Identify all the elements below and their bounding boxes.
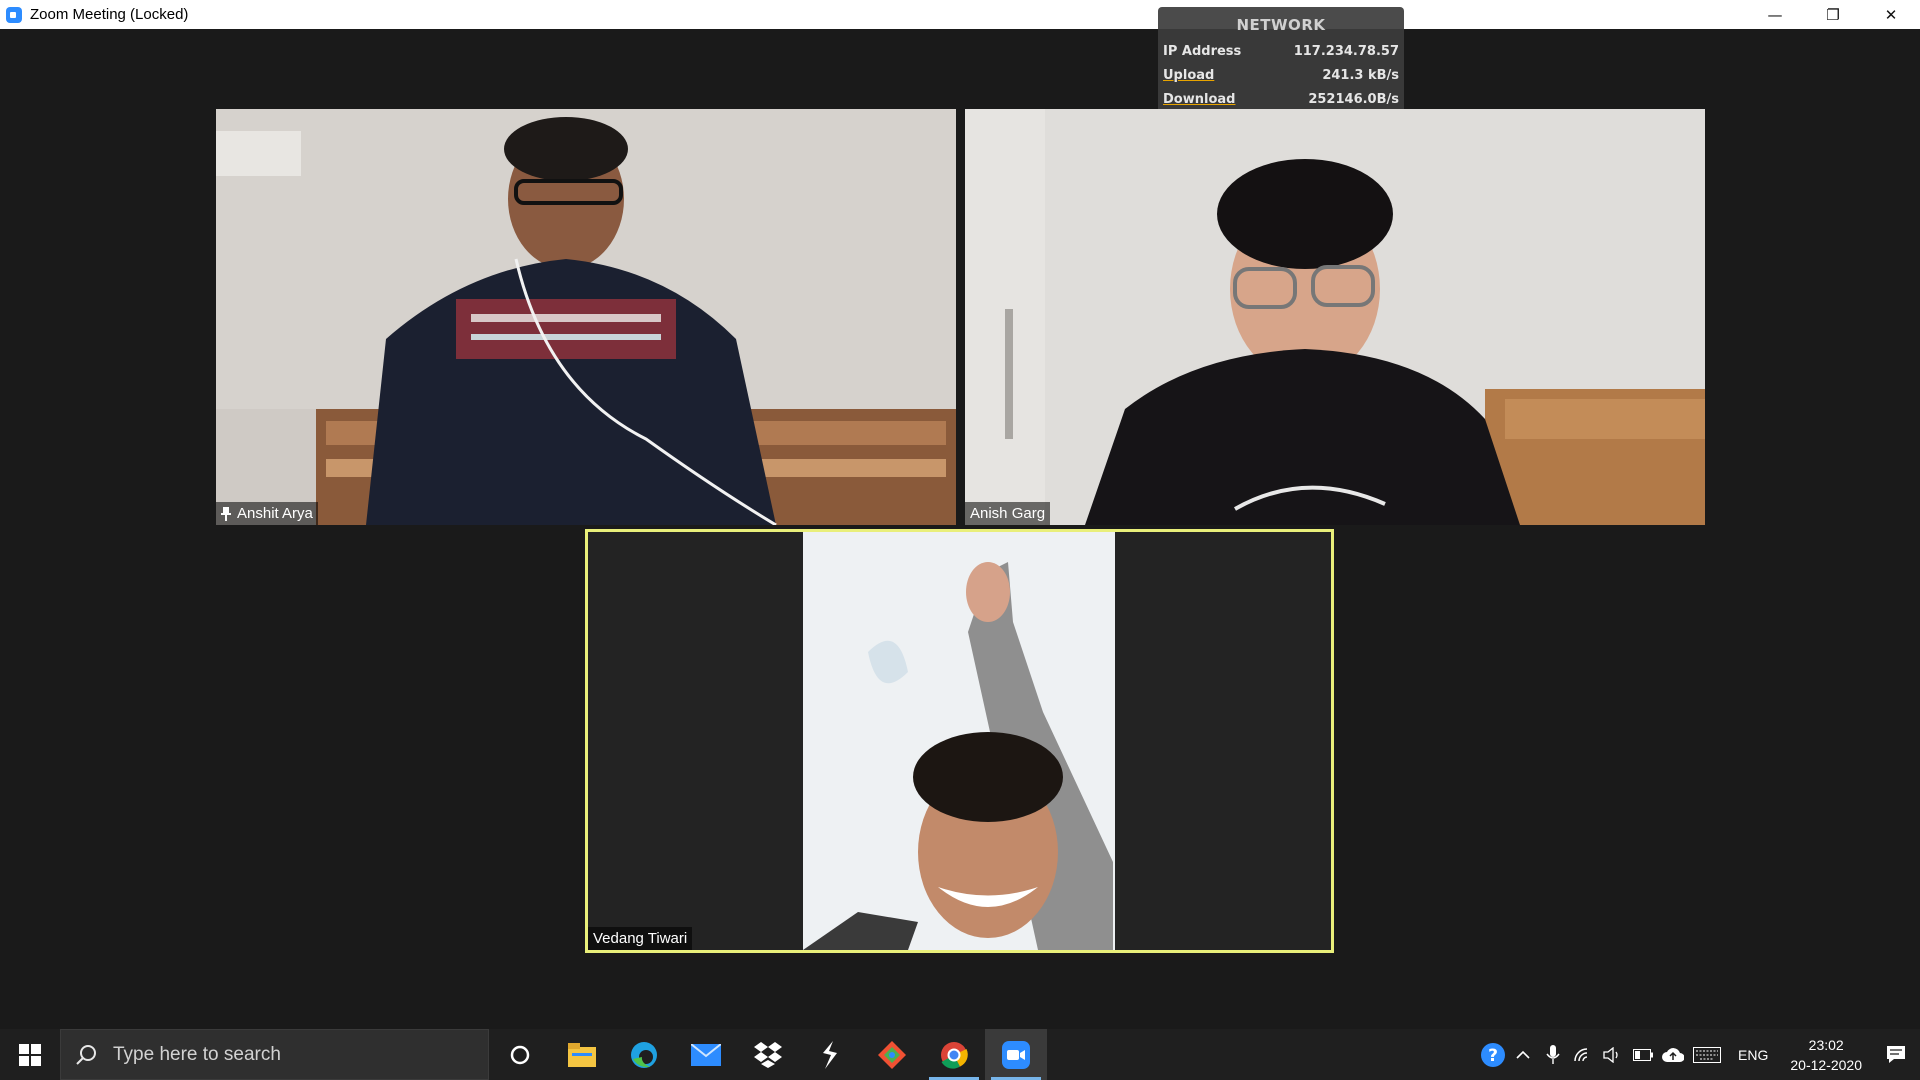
pin-icon xyxy=(221,506,231,521)
participant-name-label: Anish Garg xyxy=(965,502,1051,525)
participant-name: Vedang Tiwari xyxy=(593,930,688,947)
participant-name: Anshit Arya xyxy=(237,505,313,522)
mail-icon xyxy=(691,1043,721,1066)
chevron-up-icon xyxy=(1516,1050,1530,1059)
upload-label: Upload xyxy=(1163,68,1215,83)
clock-date: 20-12-2020 xyxy=(1790,1056,1862,1073)
net-row-ip: IP Address 117.234.78.57 xyxy=(1158,44,1404,59)
participant-video xyxy=(216,109,956,525)
tray-battery[interactable] xyxy=(1628,1029,1658,1080)
tray-microphone[interactable] xyxy=(1538,1029,1568,1080)
tray-wifi[interactable] xyxy=(1568,1029,1598,1080)
volume-icon xyxy=(1603,1046,1618,1063)
participant-name-label: Anshit Arya xyxy=(216,502,318,525)
edge-icon xyxy=(631,1041,657,1068)
zoom-icon xyxy=(6,6,22,23)
ip-address-label: IP Address xyxy=(1163,44,1242,59)
participant-name: Anish Garg xyxy=(970,505,1046,522)
taskbar-app-git[interactable] xyxy=(861,1029,923,1080)
ip-address-value: 117.234.78.57 xyxy=(1293,44,1399,59)
taskbar-clock[interactable]: 23:02 20-12-2020 xyxy=(1780,1035,1872,1075)
taskbar-app-edge[interactable] xyxy=(613,1029,675,1080)
taskbar-app-sublime[interactable] xyxy=(799,1029,861,1080)
language-indicator[interactable]: ENG xyxy=(1726,1047,1780,1063)
download-value: 252146.0B/s xyxy=(1308,92,1399,107)
taskbar-search[interactable] xyxy=(60,1029,489,1080)
restore-button[interactable]: ❐ xyxy=(1804,0,1862,29)
dropbox-icon xyxy=(754,1041,782,1068)
network-stats-overlay: NETWORK IP Address 117.234.78.57 Upload … xyxy=(1158,7,1404,124)
window-controls: — ❐ ✕ xyxy=(1746,0,1920,29)
video-tile-vedang[interactable]: Vedang Tiwari xyxy=(585,529,1334,953)
title-bar: Zoom Meeting (Locked) — ❐ ✕ xyxy=(0,0,1920,29)
close-button[interactable]: ✕ xyxy=(1862,0,1920,29)
participant-video xyxy=(965,109,1705,525)
microphone-icon xyxy=(1546,1044,1560,1064)
tray-onedrive[interactable] xyxy=(1658,1029,1688,1080)
video-tile-anshit[interactable]: Anshit Arya xyxy=(216,109,956,525)
minimize-button[interactable]: — xyxy=(1746,0,1804,29)
participant-video xyxy=(588,532,1331,950)
window-title: Zoom Meeting (Locked) xyxy=(30,6,189,23)
network-title: NETWORK xyxy=(1236,16,1326,34)
svg-text:?: ? xyxy=(1488,1046,1498,1066)
taskbar-app-mail[interactable] xyxy=(675,1029,737,1080)
participant-name-label: Vedang Tiwari xyxy=(588,927,693,950)
tray-show-hidden[interactable] xyxy=(1508,1029,1538,1080)
taskbar-app-file-explorer[interactable] xyxy=(551,1029,613,1080)
notification-icon xyxy=(1887,1045,1905,1063)
cortana-icon xyxy=(510,1045,530,1064)
git-icon xyxy=(878,1040,906,1069)
taskbar-app-dropbox[interactable] xyxy=(737,1029,799,1080)
search-icon xyxy=(76,1044,96,1065)
chrome-icon xyxy=(941,1041,968,1069)
taskbar-app-zoom[interactable] xyxy=(985,1029,1047,1080)
windows-taskbar: ? ENG 23:02 20-12-2020 xyxy=(0,1029,1920,1080)
battery-icon xyxy=(1633,1048,1654,1061)
tray-keyboard[interactable] xyxy=(1688,1029,1726,1080)
taskbar-app-chrome[interactable] xyxy=(923,1029,985,1080)
action-center-button[interactable] xyxy=(1872,1029,1920,1080)
help-icon: ? xyxy=(1481,1042,1506,1067)
cortana-button[interactable] xyxy=(489,1029,551,1080)
windows-icon xyxy=(19,1043,41,1066)
tray-volume[interactable] xyxy=(1598,1029,1628,1080)
cloud-upload-icon xyxy=(1662,1047,1685,1062)
keyboard-icon xyxy=(1693,1046,1722,1063)
net-row-upload: Upload 241.3 kB/s xyxy=(1158,68,1404,83)
system-tray: ? ENG 23:02 20-12-2020 xyxy=(1478,1029,1920,1080)
file-explorer-icon xyxy=(568,1042,596,1067)
sublime-icon xyxy=(823,1040,837,1069)
wifi-icon xyxy=(1574,1047,1588,1061)
video-tile-anish[interactable]: Anish Garg xyxy=(965,109,1705,525)
clock-time: 23:02 xyxy=(1808,1036,1844,1053)
search-input[interactable] xyxy=(111,1042,415,1067)
tray-help[interactable]: ? xyxy=(1478,1029,1508,1080)
upload-value: 241.3 kB/s xyxy=(1322,68,1399,83)
start-button[interactable] xyxy=(0,1029,60,1080)
download-label: Download xyxy=(1163,92,1236,107)
zoom-icon xyxy=(1002,1040,1030,1069)
net-row-download: Download 252146.0B/s xyxy=(1158,92,1404,107)
